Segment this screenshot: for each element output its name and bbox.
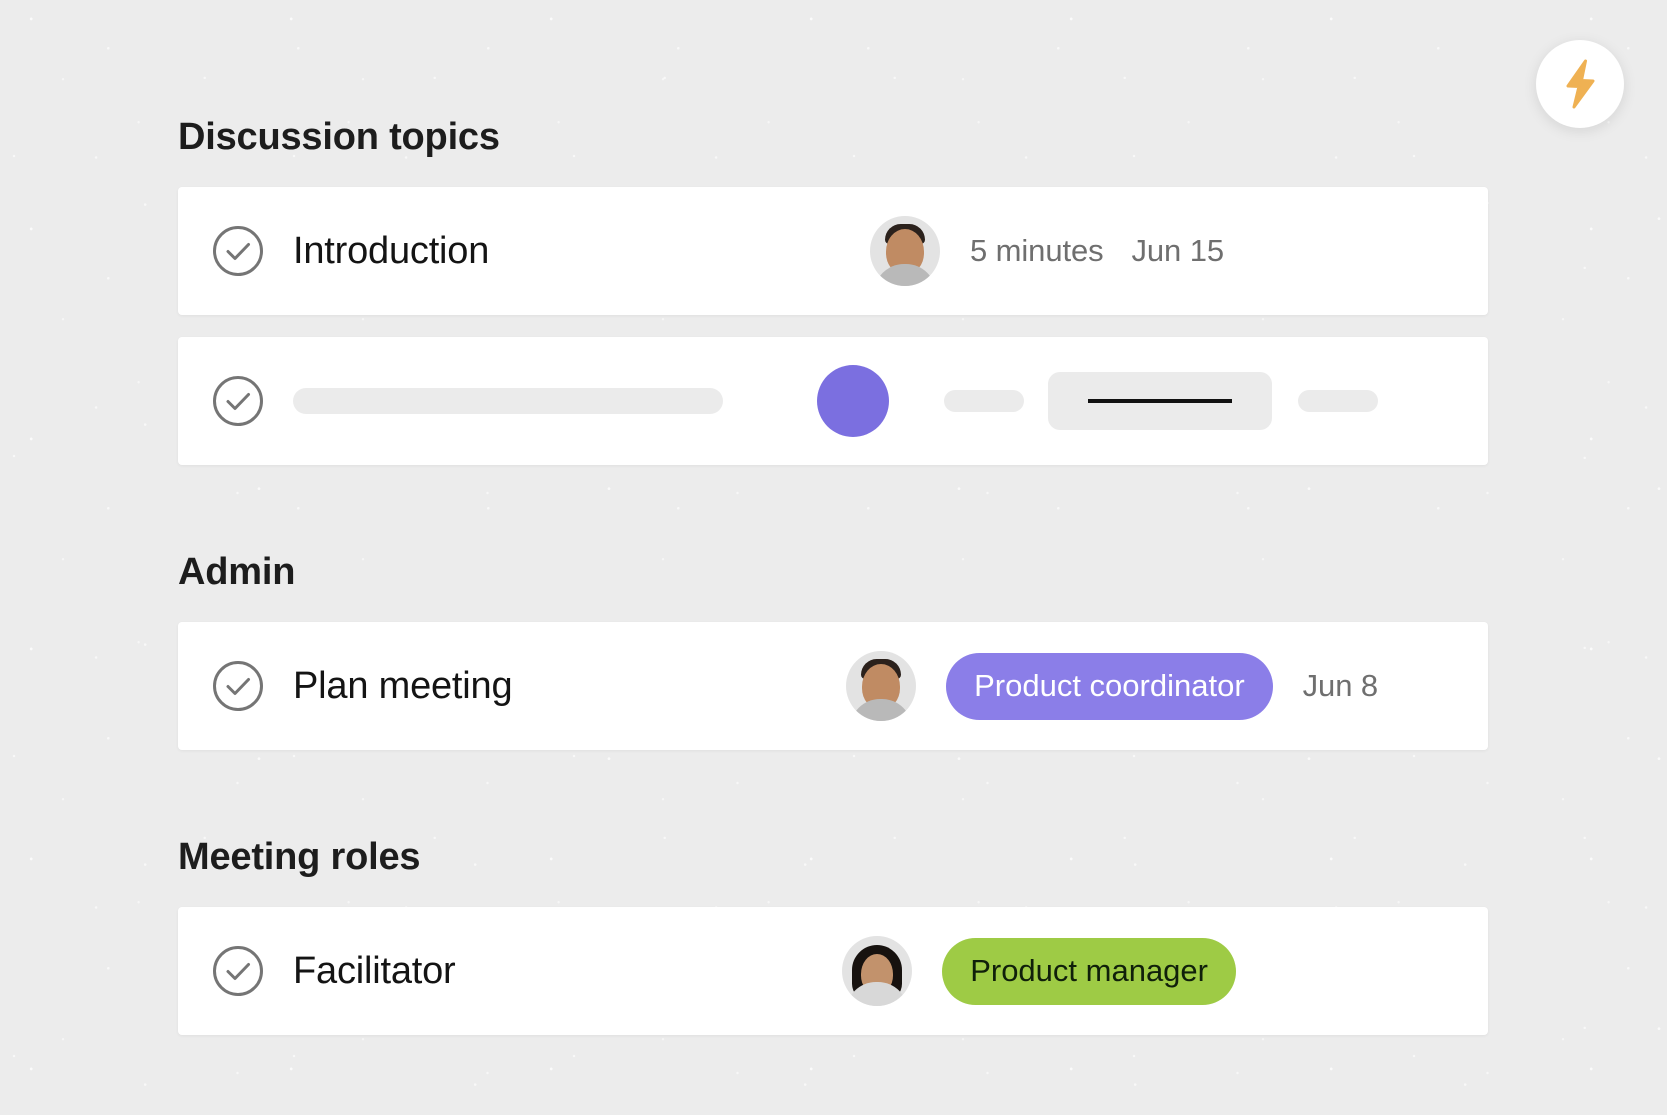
check-circle-icon[interactable] [212,945,264,997]
role-badge[interactable]: Product manager [942,937,1236,1005]
avatar[interactable] [842,936,913,1006]
task-title: Plan meeting [293,664,513,707]
text-caret-icon [1088,399,1232,403]
task-duration: 5 minutes [970,233,1104,268]
placeholder-title-bar [293,388,723,414]
task-date: Jun 15 [1131,233,1225,268]
check-circle-icon[interactable] [212,225,264,277]
placeholder-small-bar [944,390,1024,412]
task-row-left: Introduction [212,225,489,277]
section-title: Discussion topics [178,116,500,158]
placeholder-avatar-dot[interactable] [817,365,889,437]
section-title: Admin [178,551,296,593]
check-circle-icon[interactable] [212,375,264,427]
section-admin: Admin Plan meeting Product coordinator J… [178,553,1488,750]
task-row-plan-meeting[interactable]: Plan meeting Product coordinator Jun 8 [178,622,1488,750]
task-row-left: Plan meeting [212,660,513,712]
task-date: Jun 8 [1302,668,1378,703]
section-title: Meeting roles [178,836,421,878]
placeholder-tiny-bar [1298,390,1378,412]
lightning-bolt-icon [1558,59,1602,109]
task-title: Facilitator [293,949,456,992]
avatar[interactable] [846,651,917,721]
placeholder-row-right [817,365,1454,437]
quick-action-button[interactable] [1536,40,1624,128]
task-row-right: Product coordinator Jun 8 [846,651,1454,721]
task-title: Introduction [293,229,490,272]
task-row-right: 5 minutes Jun 15 [870,216,1454,286]
content-area: Discussion topics Introduction 5 minutes… [178,0,1488,1035]
role-badge[interactable]: Product coordinator [946,652,1273,720]
task-row-facilitator[interactable]: Facilitator Product manager [178,907,1488,1035]
section-meeting-roles: Meeting roles Facilitator Product manage… [178,838,1488,1035]
task-row-right: Product manager [842,936,1454,1006]
avatar[interactable] [870,216,941,286]
placeholder-row-left [212,375,723,427]
task-row-introduction[interactable]: Introduction 5 minutes Jun 15 [178,187,1488,315]
section-discussion-topics: Discussion topics Introduction 5 minutes… [178,118,1488,465]
placeholder-input-field[interactable] [1048,372,1272,430]
check-circle-icon[interactable] [212,660,264,712]
task-row-left: Facilitator [212,945,456,997]
task-row-placeholder[interactable] [178,337,1488,465]
